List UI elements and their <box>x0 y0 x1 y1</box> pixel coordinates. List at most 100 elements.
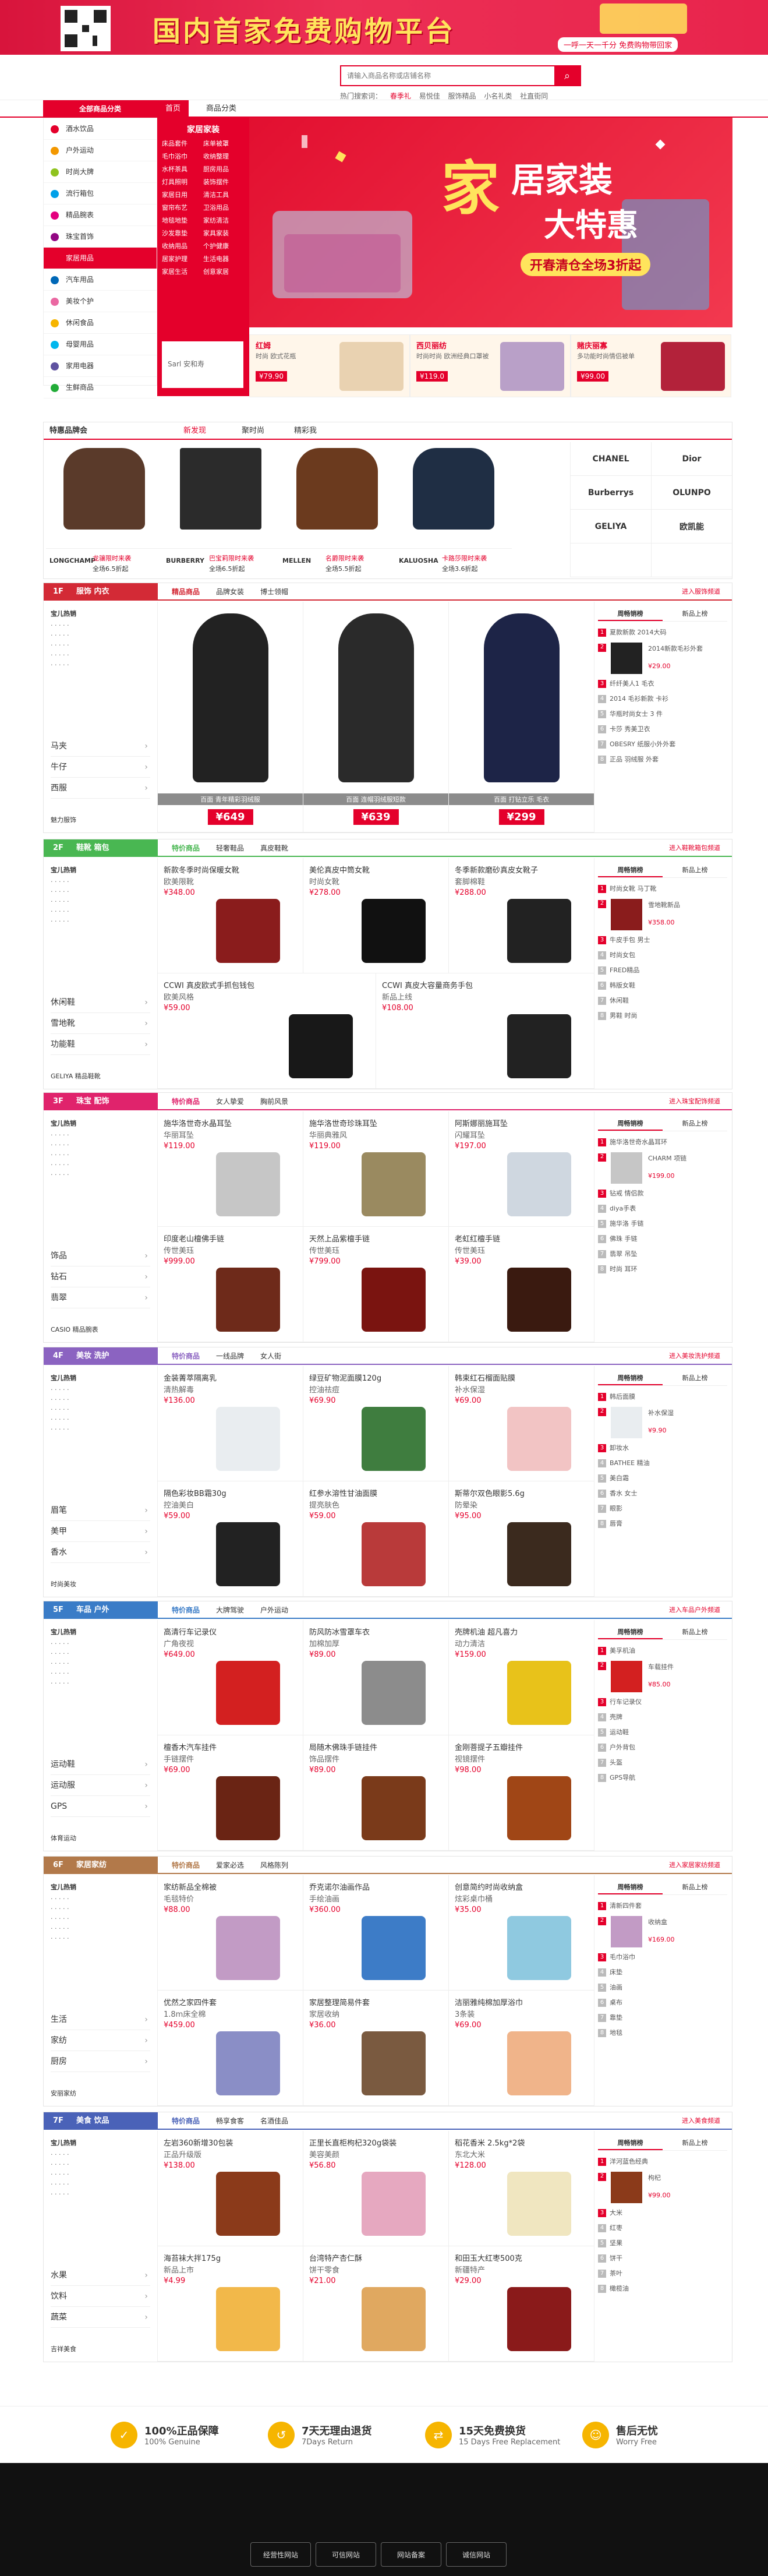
submenu-brand[interactable]: Sarl 安和寿 <box>162 341 243 388</box>
hot-link[interactable]: 小名礼类 <box>484 92 512 100</box>
ranking-item[interactable]: 1 洋河蓝色经典 <box>598 2154 727 2169</box>
floor-brand-logo[interactable]: GELIYA 精品鞋靴 <box>51 1071 101 1081</box>
top-banner[interactable]: 国内首家免费购物平台 一呼一天一千分 免费购物带回家 <box>0 0 768 55</box>
floor-category-link[interactable]: 运动鞋 <box>51 1754 150 1775</box>
tag-row[interactable]: · · · · · <box>51 1933 150 1943</box>
submenu-link[interactable]: 灯具照明 <box>162 177 203 186</box>
brand-card[interactable]: KALUOSHA 卡路莎限时来袭 全场3.6折起 <box>395 442 512 577</box>
floor-tab[interactable]: 爱家必选 <box>216 1857 244 1874</box>
floor-category-link[interactable]: 饮料 <box>51 2286 150 2307</box>
product-card[interactable]: 壳牌机油 超凡喜力 动力清洁 ¥159.00 <box>449 1620 594 1735</box>
tag-row[interactable]: · · · · · <box>51 1150 150 1160</box>
tag-row[interactable]: · · · · · <box>51 1170 150 1180</box>
brand-card[interactable]: LONGCHAMP 龙骧限时来袭 全场6.5折起 <box>46 442 162 577</box>
submenu-link[interactable]: 创意家居 <box>203 267 245 276</box>
hot-link[interactable]: 易悦佳 <box>419 92 440 100</box>
brand-logo-cell[interactable]: OLUNPO <box>651 476 732 510</box>
tag-row[interactable]: · · · · · <box>51 1140 150 1150</box>
floor-category-link[interactable]: 香水 <box>51 1542 150 1563</box>
tag-row[interactable]: · · · · · <box>51 887 150 897</box>
ranking-item[interactable]: 3 纤纤美人1 毛衣 <box>598 676 727 691</box>
floor-category-link[interactable]: 功能鞋 <box>51 1034 150 1055</box>
product-card[interactable]: 百面 青年精彩羽绒服 ¥649 <box>158 602 303 832</box>
ranking-item[interactable]: 3 牛皮手包 男士 <box>598 933 727 948</box>
tag-row[interactable]: · · · · · <box>51 1658 150 1668</box>
tag-row[interactable]: · · · · · <box>51 2169 150 2179</box>
ranking-item[interactable]: 7 靠垫 <box>598 2010 727 2025</box>
floor-tab[interactable]: 特价商品 <box>172 1601 200 1619</box>
ranking-item[interactable]: 8 GPS导航 <box>598 1770 727 1785</box>
promo-card[interactable]: 红姆 时尚 欧式花瓶 ¥79.90 <box>249 334 410 397</box>
product-card[interactable]: 洁丽雅纯棉加厚浴巾 3条装 ¥69.00 <box>449 1991 594 2106</box>
floor-category-link[interactable]: 家纺 <box>51 2030 150 2051</box>
ranking-item[interactable]: 4 时尚女包 <box>598 948 727 963</box>
ranking-featured[interactable]: 2 CHARM 项链 ¥199.00 <box>598 1150 727 1186</box>
floor-category-link[interactable]: 眉笔 <box>51 1500 150 1521</box>
ranking-item[interactable]: 6 韩版女鞋 <box>598 978 727 993</box>
product-card[interactable]: 冬季新款磨砂真皮女靴子 套脚棉鞋 ¥288.00 <box>449 858 594 973</box>
product-card[interactable]: 创意简约时尚收纳盒 炫彩桌巾桶 ¥35.00 <box>449 1875 594 1991</box>
tag-row[interactable]: · · · · · <box>51 1385 150 1395</box>
sidebar-item[interactable]: 生鲜商品 <box>44 377 157 398</box>
submenu-link[interactable]: 收纳整理 <box>203 151 245 161</box>
submenu-link[interactable]: 家居日用 <box>162 190 203 199</box>
product-card[interactable]: 老虹红檀手链 传世美珏 ¥39.00 <box>449 1227 594 1342</box>
floor-tab[interactable]: 特价商品 <box>172 1093 200 1110</box>
product-card[interactable]: 金刚菩提子五瓣挂件 视镜摆件 ¥98.00 <box>449 1735 594 1851</box>
floor-category-link[interactable]: 饰品 <box>51 1245 150 1266</box>
ranking-featured[interactable]: 2 枸杞 ¥99.00 <box>598 2169 727 2206</box>
floor-category-link[interactable]: 生活 <box>51 2009 150 2030</box>
search-button[interactable]: ⌕ <box>554 66 580 85</box>
product-card[interactable]: 家纺新品全棉被 毛毯特价 ¥88.00 <box>158 1875 303 1991</box>
product-card[interactable]: 乔克诺尔油画作品 手绘油画 ¥360.00 <box>303 1875 449 1991</box>
ranking-item[interactable]: 7 头盔 <box>598 1755 727 1770</box>
ranking-item[interactable]: 7 眼影 <box>598 1501 727 1516</box>
ranking-item[interactable]: 8 地毯 <box>598 2025 727 2041</box>
ranking-item[interactable]: 7 休闲鞋 <box>598 993 727 1008</box>
ranking-item[interactable]: 1 时尚女靴 马丁靴 <box>598 881 727 897</box>
product-card[interactable]: 稻花香米 2.5kg*2袋 东北大米 ¥128.00 <box>449 2131 594 2246</box>
floor-category-link[interactable]: 翡翠 <box>51 1287 150 1308</box>
ranking-tab[interactable]: 周畅销榜 <box>598 2136 663 2150</box>
ranking-item[interactable]: 1 美孚机油 <box>598 1643 727 1658</box>
brand-tab[interactable]: 精彩我 <box>294 422 317 440</box>
tag-row[interactable]: · · · · · <box>51 1904 150 1914</box>
tag-row[interactable]: · · · · · <box>51 2179 150 2189</box>
floor-tab[interactable]: 精品商品 <box>172 583 200 601</box>
product-card[interactable]: CCWI 真皮欧式手抓包钱包 欧美风格 ¥59.00 <box>158 973 376 1089</box>
ranking-item[interactable]: 6 饼干 <box>598 2251 727 2266</box>
floor-category-link[interactable]: 牛仔 <box>51 757 150 778</box>
hot-link[interactable]: 服饰精品 <box>448 92 476 100</box>
submenu-link[interactable]: 家纺清洁 <box>203 216 245 225</box>
floor-tab[interactable]: 轻奢鞋品 <box>216 839 244 857</box>
product-card[interactable]: 优然之家四件套 1.8m床全棉 ¥459.00 <box>158 1991 303 2106</box>
ranking-item[interactable]: 6 户外背包 <box>598 1740 727 1755</box>
tag-row[interactable]: · · · · · <box>51 1414 150 1424</box>
nav-tab-home[interactable]: 首页 <box>157 100 189 118</box>
floor-tab[interactable]: 女人挚爱 <box>216 1093 244 1110</box>
brand-card[interactable]: BURBERRY 巴宝莉限时来袭 全场6.5折起 <box>162 442 279 577</box>
ranking-item[interactable]: 1 清新四件套 <box>598 1899 727 1914</box>
tag-row[interactable]: · · · · · <box>51 877 150 887</box>
ranking-item[interactable]: 4 床垫 <box>598 1965 727 1980</box>
submenu-link[interactable]: 水杯茶具 <box>162 164 203 174</box>
floor-category-link[interactable]: 水果 <box>51 2265 150 2286</box>
ranking-item[interactable]: 6 卡莎 秀美卫衣 <box>598 722 727 737</box>
ranking-tab[interactable]: 新品上榜 <box>663 1371 727 1385</box>
floor-more-link[interactable]: 进入美妆洗护频道 <box>669 1347 720 1365</box>
floor-more-link[interactable]: 进入服饰频道 <box>682 583 720 601</box>
sidebar-item[interactable]: 家居用品 <box>44 248 157 269</box>
ranking-featured[interactable]: 2 车载挂件 ¥85.00 <box>598 1658 727 1695</box>
trust-badge[interactable]: 可信网站 <box>316 2542 376 2567</box>
product-card[interactable]: 隔色彩妆BB霜30g 控油美白 ¥59.00 <box>158 1481 303 1597</box>
tag-row[interactable]: · · · · · <box>51 1160 150 1170</box>
ranking-featured[interactable]: 2 补水保湿 ¥9.90 <box>598 1405 727 1441</box>
tag-row[interactable]: · · · · · <box>51 1405 150 1414</box>
tag-row[interactable]: · · · · · <box>51 640 150 650</box>
tag-row[interactable]: · · · · · <box>51 650 150 660</box>
ranking-item[interactable]: 7 茶叶 <box>598 2266 727 2281</box>
sidebar-item[interactable]: 汽车用品 <box>44 269 157 291</box>
ranking-featured[interactable]: 2 2014新款毛衫外套 ¥29.00 <box>598 640 727 676</box>
ranking-item[interactable]: 4 壳牌 <box>598 1710 727 1725</box>
floor-tab[interactable]: 特价商品 <box>172 2112 200 2130</box>
